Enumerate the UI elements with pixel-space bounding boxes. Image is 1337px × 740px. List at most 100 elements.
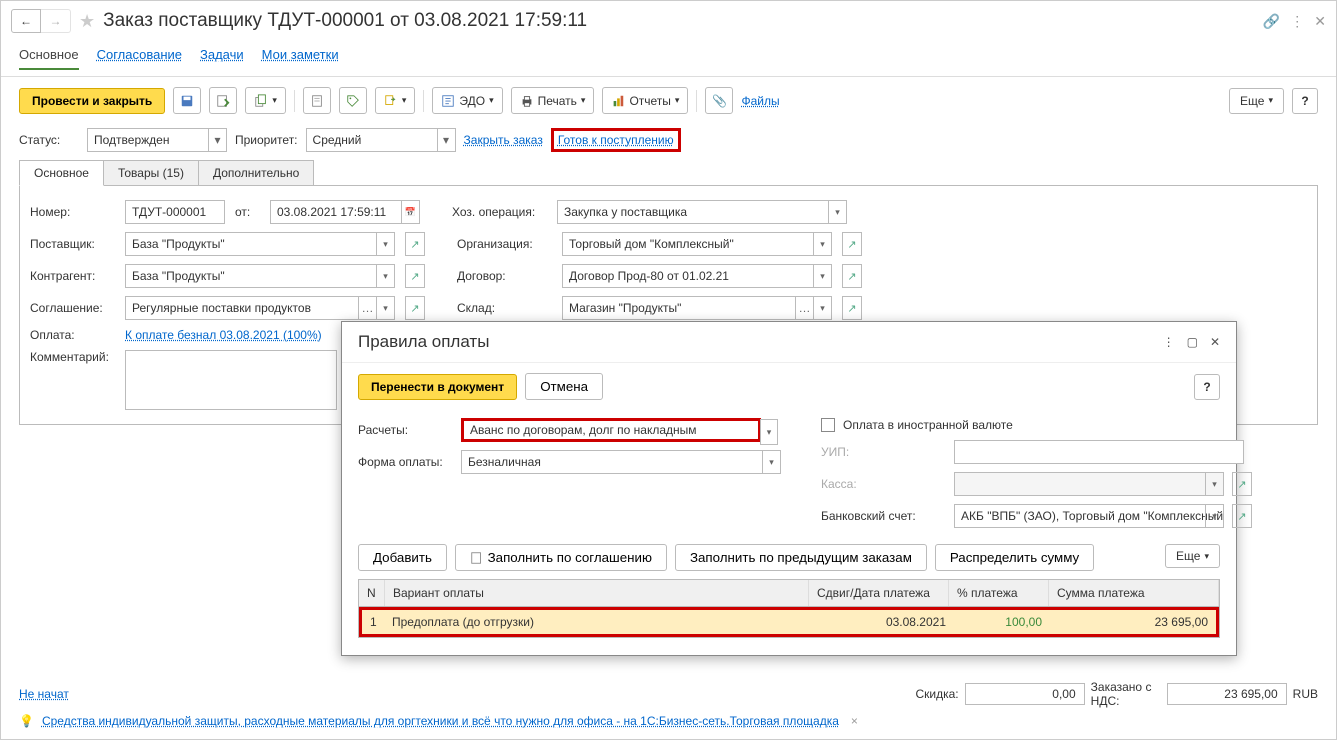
- th-percent: % платежа: [949, 580, 1049, 606]
- popup-title: Правила оплаты: [358, 332, 489, 352]
- kebab-icon[interactable]: ⋮: [1290, 13, 1304, 30]
- supplier-open-button[interactable]: ↗: [405, 232, 425, 256]
- payment-link[interactable]: К оплате безнал 03.08.2021 (100%): [125, 328, 322, 342]
- currency-label: RUB: [1293, 687, 1318, 701]
- th-variant: Вариант оплаты: [385, 580, 809, 606]
- operation-label: Хоз. операция:: [452, 205, 547, 219]
- idea-close-icon[interactable]: ×: [851, 714, 858, 728]
- priority-select[interactable]: Средний▾: [306, 128, 456, 152]
- payform-select[interactable]: Безналичная▾: [461, 450, 781, 474]
- payment-label: Оплата:: [30, 328, 115, 342]
- popup-more-button[interactable]: Еще▾: [1165, 544, 1220, 568]
- foreign-currency-checkbox[interactable]: [821, 418, 835, 432]
- kassa-label: Касса:: [821, 477, 946, 491]
- ordered-value: 23 695,00: [1167, 683, 1287, 705]
- save-button[interactable]: [173, 87, 201, 114]
- agreement-label: Соглашение:: [30, 301, 115, 315]
- table-row[interactable]: 1 Предоплата (до отгрузки) 03.08.2021 10…: [359, 607, 1219, 637]
- add-button[interactable]: Добавить: [358, 544, 447, 571]
- ready-link[interactable]: Готов к поступлению: [558, 133, 674, 147]
- th-n: N: [359, 580, 385, 606]
- print-button[interactable]: Печать▾: [511, 87, 595, 114]
- uip-input[interactable]: [954, 440, 1244, 464]
- distribute-button[interactable]: Распределить сумму: [935, 544, 1094, 571]
- tab-goods[interactable]: Товары (15): [104, 160, 199, 186]
- counter-input[interactable]: База "Продукты"▾: [125, 264, 395, 288]
- attach-button[interactable]: 📎: [705, 87, 733, 114]
- payform-label: Форма оплаты:: [358, 455, 453, 469]
- bank-label: Банковский счет:: [821, 509, 946, 523]
- warehouse-label: Склад:: [457, 301, 552, 315]
- files-link[interactable]: Файлы: [741, 94, 779, 108]
- post-button[interactable]: [209, 87, 237, 114]
- org-label: Организация:: [457, 237, 552, 251]
- doc-button[interactable]: [303, 87, 331, 114]
- supplier-input[interactable]: База "Продукты"▾: [125, 232, 395, 256]
- agreement-open-button[interactable]: ↗: [405, 296, 425, 320]
- warehouse-open-button[interactable]: ↗: [842, 296, 862, 320]
- help-button[interactable]: ?: [1292, 88, 1318, 114]
- uip-label: УИП:: [821, 445, 946, 459]
- org-open-button[interactable]: ↗: [842, 232, 862, 256]
- calc-label: Расчеты:: [358, 423, 453, 437]
- page-title: Заказ поставщику ТДУТ-000001 от 03.08.20…: [103, 10, 587, 32]
- number-input[interactable]: ТДУТ-000001: [125, 200, 225, 224]
- calendar-icon[interactable]: 📅: [401, 201, 419, 223]
- post-close-button[interactable]: Провести и закрыть: [19, 88, 165, 114]
- bank-input[interactable]: АКБ "ВПБ" (ЗАО), Торговый дом "Комплексн…: [954, 504, 1224, 528]
- not-started-link[interactable]: Не начат: [19, 687, 69, 701]
- reports-button[interactable]: Отчеты▾: [602, 87, 688, 114]
- nav-tab-main[interactable]: Основное: [19, 41, 79, 70]
- nav-tab-notes[interactable]: Мои заметки: [262, 41, 339, 70]
- cancel-button[interactable]: Отмена: [525, 373, 603, 400]
- payment-table: N Вариант оплаты Сдвиг/Дата платежа % пл…: [358, 579, 1220, 638]
- ordered-label: Заказано с НДС:: [1091, 680, 1161, 708]
- popup-close-icon[interactable]: ✕: [1210, 335, 1220, 349]
- more-button[interactable]: Еще▾: [1229, 88, 1284, 114]
- tab-main[interactable]: Основное: [19, 160, 104, 186]
- date-input[interactable]: 03.08.2021 17:59:11📅: [270, 200, 420, 224]
- close-icon[interactable]: ✕: [1314, 13, 1326, 30]
- fill-agreement-button[interactable]: Заполнить по соглашению: [455, 544, 667, 571]
- kassa-open-button[interactable]: ↗: [1232, 472, 1252, 496]
- favorite-icon[interactable]: ★: [79, 11, 95, 32]
- idea-link[interactable]: Средства индивидуальной защиты, расходны…: [42, 714, 839, 728]
- idea-icon: 💡: [19, 714, 34, 728]
- tag-button[interactable]: [339, 87, 367, 114]
- discount-value: 0,00: [965, 683, 1085, 705]
- popup-kebab-icon[interactable]: ⋮: [1163, 335, 1175, 349]
- org-input[interactable]: Торговый дом "Комплексный"▾: [562, 232, 832, 256]
- contract-label: Договор:: [457, 269, 552, 283]
- status-label: Статус:: [19, 133, 79, 147]
- contract-input[interactable]: Договор Прод-80 от 01.02.21▾: [562, 264, 832, 288]
- comment-label: Комментарий:: [30, 350, 115, 364]
- calc-select[interactable]: Аванс по договорам, долг по накладным▾: [461, 418, 761, 442]
- counter-open-button[interactable]: ↗: [405, 264, 425, 288]
- agreement-input[interactable]: Регулярные поставки продуктов…▾: [125, 296, 395, 320]
- nav-tab-approval[interactable]: Согласование: [97, 41, 182, 70]
- link-icon[interactable]: 🔗: [1263, 13, 1280, 30]
- copy-button[interactable]: ▾: [245, 87, 286, 114]
- fill-previous-button[interactable]: Заполнить по предыдущим заказам: [675, 544, 927, 571]
- comment-input[interactable]: [125, 350, 337, 410]
- back-button[interactable]: ←: [11, 9, 41, 33]
- kassa-input: ▾: [954, 472, 1224, 496]
- contract-open-button[interactable]: ↗: [842, 264, 862, 288]
- number-label: Номер:: [30, 205, 115, 219]
- discount-label: Скидка:: [916, 687, 959, 701]
- popup-help-button[interactable]: ?: [1194, 374, 1220, 400]
- operation-select[interactable]: Закупка у поставщика▾: [557, 200, 847, 224]
- bank-open-button[interactable]: ↗: [1232, 504, 1252, 528]
- edo-button[interactable]: ЭДО▾: [432, 87, 502, 114]
- warehouse-input[interactable]: Магазин "Продукты"…▾: [562, 296, 832, 320]
- basis-button[interactable]: ▾: [375, 87, 416, 114]
- nav-tab-tasks[interactable]: Задачи: [200, 41, 244, 70]
- status-select[interactable]: Подтвержден▾: [87, 128, 227, 152]
- close-order-link[interactable]: Закрыть заказ: [464, 133, 543, 147]
- foreign-currency-label: Оплата в иностранной валюте: [843, 418, 1013, 432]
- popup-maximize-icon[interactable]: ▢: [1187, 335, 1198, 349]
- counter-label: Контрагент:: [30, 269, 115, 283]
- forward-button[interactable]: →: [41, 9, 71, 33]
- tab-extra[interactable]: Дополнительно: [199, 160, 314, 186]
- transfer-button[interactable]: Перенести в документ: [358, 374, 517, 400]
